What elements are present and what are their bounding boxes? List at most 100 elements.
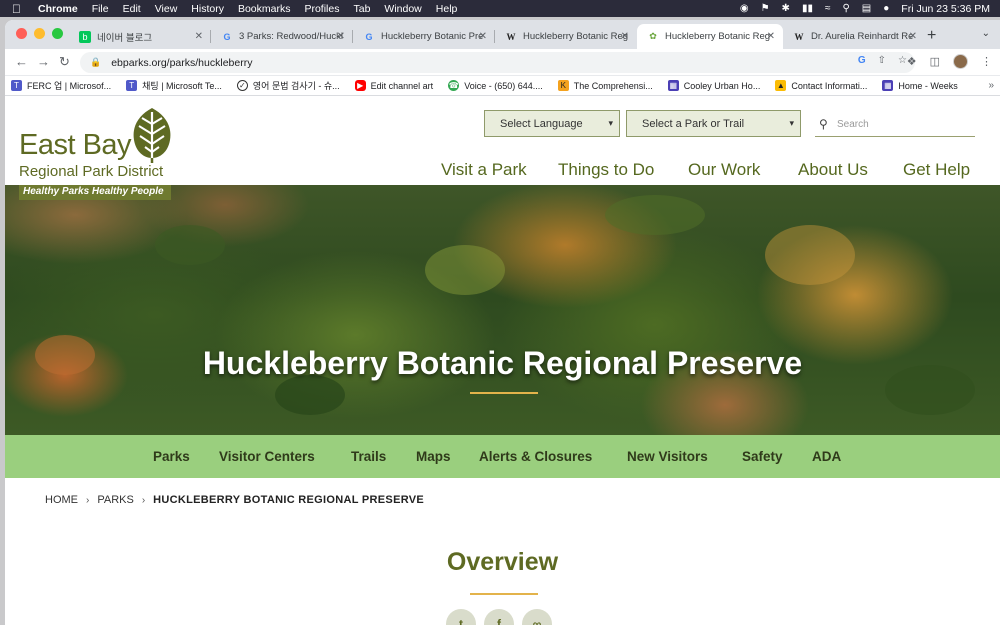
profile-avatar[interactable] xyxy=(953,54,968,69)
menu-help[interactable]: Help xyxy=(436,3,458,15)
tab-3-parks[interactable]: G 3 Parks: Redwood/Huckl ✕ xyxy=(211,24,353,49)
back-arrow-icon[interactable]: ← xyxy=(15,54,28,69)
share-icon[interactable]: ⇧ xyxy=(878,55,886,66)
bluetooth-icon[interactable]: ✱ xyxy=(782,3,790,14)
reload-icon[interactable]: ↻ xyxy=(59,54,70,70)
tab-naver-blog[interactable]: b 네이버 블로그 ✕ xyxy=(69,24,211,49)
zoom-window-button[interactable] xyxy=(52,28,63,39)
breadcrumb-parks[interactable]: PARKS xyxy=(97,494,133,506)
menu-edit[interactable]: Edit xyxy=(123,3,141,15)
subnav-new-visitors[interactable]: New Visitors xyxy=(627,449,708,464)
bookmark-grammar-checker[interactable]: ✓ 영어 문법 검사기 - 슈... xyxy=(236,79,340,92)
lock-icon[interactable]: 🔒 xyxy=(90,57,101,68)
tab-label: Huckleberry Botanic Pre xyxy=(381,31,484,42)
subnav-safety[interactable]: Safety xyxy=(742,449,783,464)
tab-strip: b 네이버 블로그 ✕ G 3 Parks: Redwood/Huckl ✕ G… xyxy=(5,20,1000,49)
close-tab-icon[interactable]: ✕ xyxy=(195,31,203,42)
minimize-window-button[interactable] xyxy=(34,28,45,39)
tab-huckleberry-google[interactable]: G Huckleberry Botanic Pre ✕ xyxy=(353,24,495,49)
site-logo[interactable]: East Bay Regional Park District xyxy=(19,106,179,186)
wikipedia-icon: W xyxy=(794,31,804,42)
park-trail-select[interactable]: Select a Park or Trail ▾ xyxy=(626,110,801,137)
menu-history[interactable]: History xyxy=(191,3,224,15)
tab-label: Huckleberry Botanic Reg xyxy=(665,31,771,42)
nav-about-us[interactable]: About Us xyxy=(798,160,868,180)
bookmark-google-voice[interactable]: ☎ Voice - (650) 644.... xyxy=(448,80,543,91)
wifi-icon[interactable]: ≈ xyxy=(825,3,831,14)
bookmark-contact-info[interactable]: ▲ Contact Informati... xyxy=(775,80,867,91)
apple-icon[interactable]:  xyxy=(12,2,26,16)
tab-search-chevron-icon[interactable]: ⌄ xyxy=(982,28,990,39)
subnav-alerts-closures[interactable]: Alerts & Closures xyxy=(479,449,592,464)
nav-get-help[interactable]: Get Help xyxy=(903,160,970,180)
spotlight-icon[interactable]: ⚲ xyxy=(842,3,849,14)
google-icon: G xyxy=(223,31,231,42)
battery-icon[interactable]: ▮▮ xyxy=(802,3,813,14)
close-tab-icon[interactable]: ✕ xyxy=(337,31,345,42)
menu-bookmarks[interactable]: Bookmarks xyxy=(238,3,291,15)
nav-visit-a-park[interactable]: Visit a Park xyxy=(441,160,527,180)
siri-icon[interactable]: ● xyxy=(883,3,889,14)
menu-view[interactable]: View xyxy=(155,3,178,15)
url-text[interactable]: ebparks.org/parks/huckleberry xyxy=(111,57,252,69)
menu-file[interactable]: File xyxy=(92,3,109,15)
tab-label: Huckleberry Botanic Reg xyxy=(523,31,629,42)
close-tab-icon[interactable]: ✕ xyxy=(767,31,775,42)
google-drive-icon: ▲ xyxy=(775,80,787,91)
address-bar[interactable]: 🔒 ebparks.org/parks/huckleberry G ⇧ ☆ xyxy=(80,52,915,73)
breadcrumb-current: HUCKLEBERRY BOTANIC REGIONAL PRESERVE xyxy=(153,494,425,506)
bookmark-star-icon[interactable]: ☆ xyxy=(898,55,907,66)
close-tab-icon[interactable]: ✕ xyxy=(621,31,629,42)
extensions-puzzle-icon[interactable]: ❖ xyxy=(907,55,917,68)
subnav-trails[interactable]: Trails xyxy=(351,449,386,464)
search-icon[interactable]: ⚲ xyxy=(819,117,828,131)
menu-profiles[interactable]: Profiles xyxy=(304,3,339,15)
side-panel-icon[interactable]: ◫ xyxy=(930,55,940,68)
nav-our-work[interactable]: Our Work xyxy=(688,160,760,180)
breadcrumb-home[interactable]: HOME xyxy=(45,494,78,506)
clock[interactable]: Fri Jun 23 5:36 PM xyxy=(901,3,990,15)
google-translate-icon[interactable]: G xyxy=(858,55,866,66)
new-tab-button[interactable]: + xyxy=(927,27,936,45)
tab-huckleberry-wikipedia[interactable]: W Huckleberry Botanic Reg ✕ xyxy=(495,24,637,49)
bookmark-ferc[interactable]: T FERC 업 | Microsof... xyxy=(11,79,111,92)
link-icon[interactable]: ∞ xyxy=(522,609,552,625)
tab-label: 네이버 블로그 xyxy=(97,32,153,44)
malwarebytes-icon[interactable]: ◉ xyxy=(740,3,749,14)
facebook-icon[interactable]: f xyxy=(484,609,514,625)
logo-wordmark-east-bay: East Bay xyxy=(19,129,132,161)
tab-huckleberry-ebparks[interactable]: ✿ Huckleberry Botanic Reg ✕ xyxy=(637,24,783,49)
control-center-icon[interactable]: ▤ xyxy=(862,3,871,14)
site-search-input[interactable]: ⚲ Search xyxy=(815,113,975,137)
close-window-button[interactable] xyxy=(16,28,27,39)
menu-tab[interactable]: Tab xyxy=(353,3,370,15)
bookmark-cooley-urban[interactable]: ▦ Cooley Urban Ho... xyxy=(667,80,760,91)
subnav-ada[interactable]: ADA xyxy=(812,449,841,464)
subnav-parks[interactable]: Parks xyxy=(153,449,190,464)
close-tab-icon[interactable]: ✕ xyxy=(479,31,487,42)
google-voice-icon: ☎ xyxy=(448,80,460,91)
menu-chrome[interactable]: Chrome xyxy=(38,3,78,15)
bookmark-home-weeks[interactable]: ▦ Home - Weeks xyxy=(882,80,958,91)
bookmark-comprehensive[interactable]: K The Comprehensi... xyxy=(557,80,653,91)
subnav-maps[interactable]: Maps xyxy=(416,449,451,464)
menu-kebab-icon[interactable]: ⋮ xyxy=(981,55,992,68)
close-tab-icon[interactable]: ✕ xyxy=(909,31,917,42)
tab-label: 3 Parks: Redwood/Huckl xyxy=(239,31,344,42)
bookmark-edit-channel-art[interactable]: ▶ Edit channel art xyxy=(354,80,433,91)
park-title: Huckleberry Botanic Regional Preserve xyxy=(202,345,803,381)
tab-label: Dr. Aurelia Reinhardt Re xyxy=(811,31,914,42)
subnav-visitor-centers[interactable]: Visitor Centers xyxy=(219,449,315,464)
chevron-down-icon: ▾ xyxy=(789,118,794,128)
bookmark-teams-chat[interactable]: T 채팅 | Microsoft Te... xyxy=(126,79,222,92)
bookmarks-overflow-icon[interactable]: » xyxy=(988,80,994,91)
chevron-right-icon: › xyxy=(141,494,146,506)
menu-window[interactable]: Window xyxy=(384,3,421,15)
forward-arrow-icon[interactable]: → xyxy=(37,54,50,69)
wikipedia-icon: W xyxy=(506,31,516,42)
twitter-icon[interactable]: t xyxy=(446,609,476,625)
tab-aurelia-reinhardt[interactable]: W Dr. Aurelia Reinhardt Re ✕ xyxy=(783,24,925,49)
language-select[interactable]: Select Language ▾ xyxy=(484,110,620,137)
nav-things-to-do[interactable]: Things to Do xyxy=(558,160,654,180)
flag-icon[interactable]: ⚑ xyxy=(761,3,770,14)
